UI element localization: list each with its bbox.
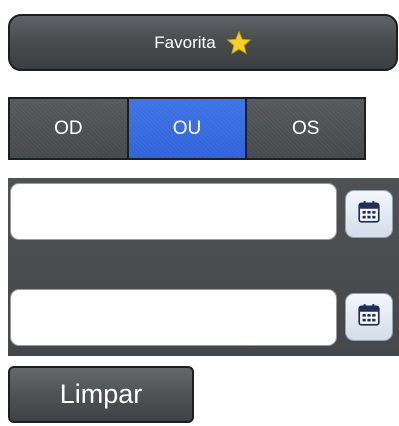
eye-option-od[interactable]: OD [10, 99, 129, 158]
favorite-button[interactable]: Favorita [8, 14, 398, 71]
favorite-label: Favorita [154, 32, 216, 52]
filter-panel: Favorita OD OU OS Limpar [0, 0, 399, 426]
start-date-calendar-button[interactable] [345, 190, 393, 238]
eye-selector: OD OU OS [8, 97, 366, 160]
start-date-input[interactable] [10, 183, 337, 240]
calendar-icon [356, 199, 382, 230]
end-date-input[interactable] [10, 289, 337, 346]
date-range-panel [8, 178, 399, 356]
eye-option-ou[interactable]: OU [128, 99, 248, 158]
star-icon [226, 29, 252, 56]
calendar-icon [356, 302, 382, 333]
end-date-calendar-button[interactable] [345, 293, 393, 341]
eye-option-os[interactable]: OS [247, 99, 365, 158]
clear-button[interactable]: Limpar [8, 366, 194, 423]
